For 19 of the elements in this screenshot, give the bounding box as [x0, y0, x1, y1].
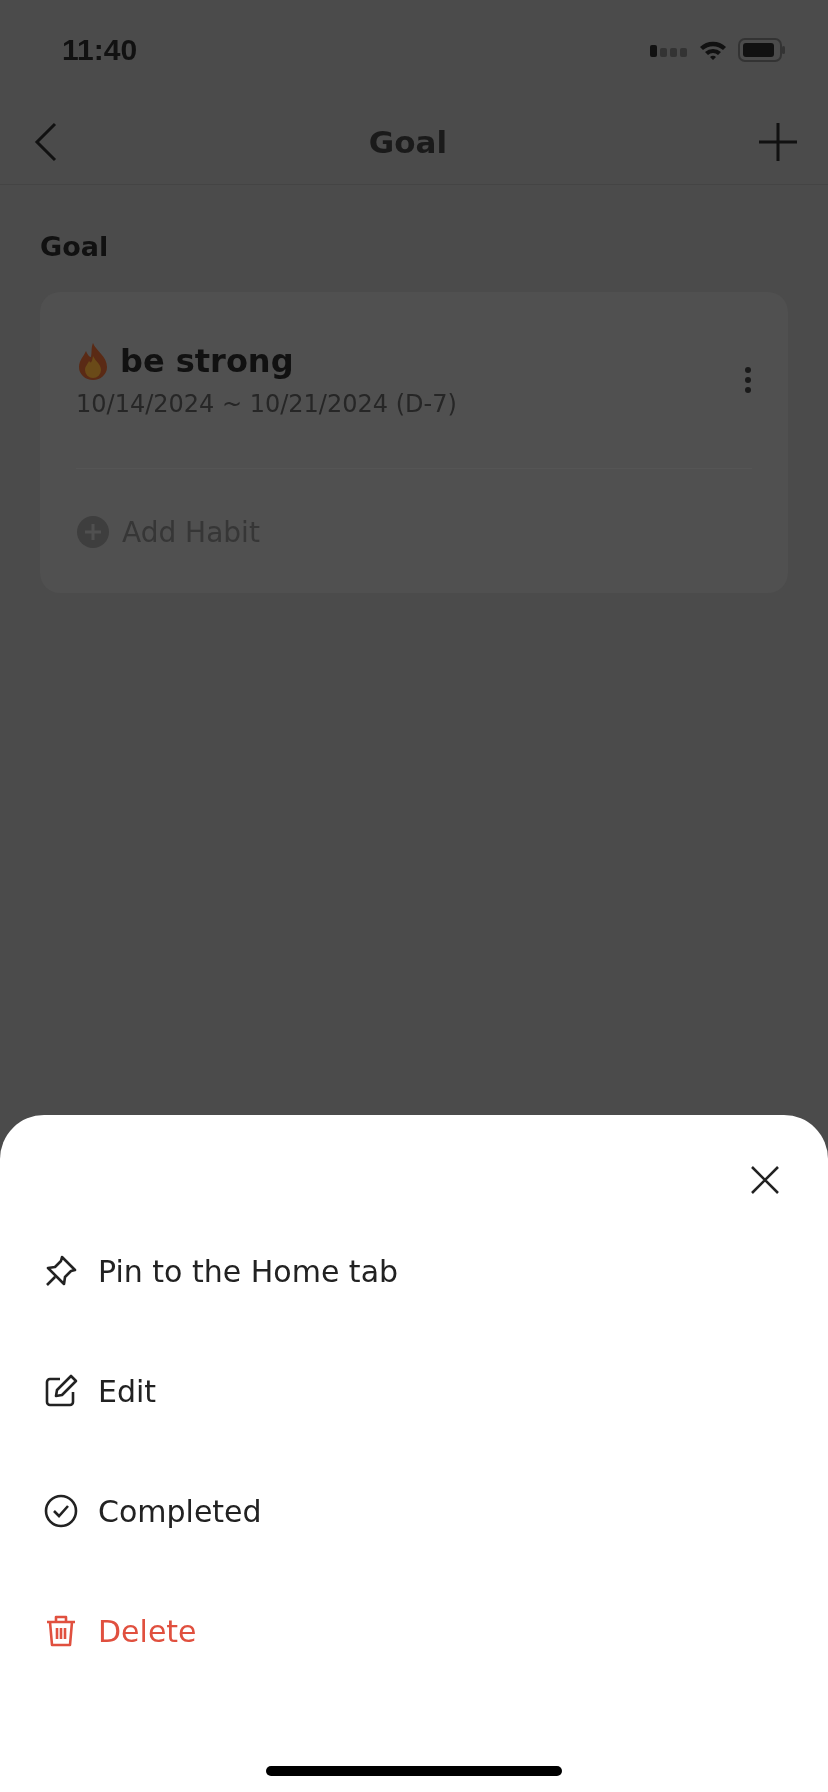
trash-icon	[44, 1614, 78, 1648]
battery-icon	[738, 38, 786, 62]
status-time: 11:40	[62, 33, 138, 67]
menu-item[interactable]: Completed	[0, 1451, 828, 1571]
add-icon[interactable]	[758, 122, 798, 162]
pin-icon	[44, 1254, 78, 1288]
check-circle-icon	[44, 1494, 78, 1528]
menu-item[interactable]: Delete	[0, 1571, 828, 1691]
edit-icon	[44, 1374, 78, 1408]
signal-icon	[650, 43, 688, 57]
back-icon[interactable]	[34, 122, 58, 162]
section-title: Goal	[40, 231, 110, 262]
fire-icon	[76, 342, 110, 380]
menu-item[interactable]: Pin to the Home tab	[0, 1211, 828, 1331]
wifi-icon	[698, 39, 728, 61]
close-icon[interactable]	[750, 1165, 780, 1195]
goal-title: be strong	[120, 342, 294, 380]
menu-item[interactable]: Edit	[0, 1331, 828, 1451]
more-icon[interactable]	[744, 366, 752, 394]
